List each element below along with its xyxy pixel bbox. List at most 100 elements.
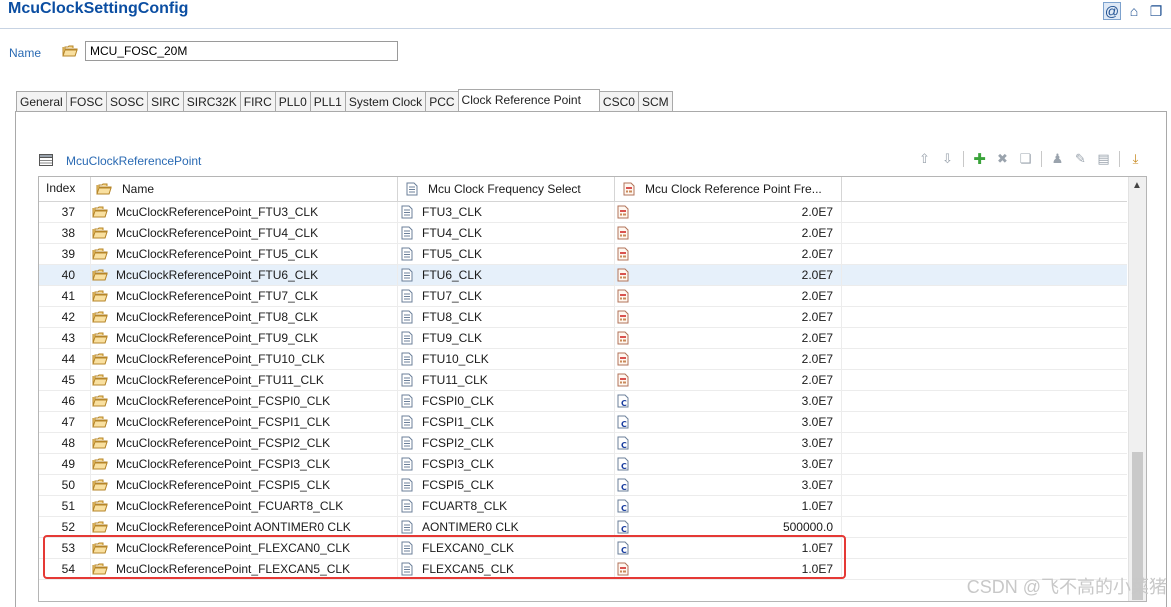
cell-ref-freq[interactable]: 2.0E7 (615, 243, 842, 265)
cell-freq-select[interactable]: FTU11_CLK (398, 369, 615, 391)
header-ref-freq[interactable]: Mcu Clock Reference Point Fre... (615, 177, 842, 201)
tab-fosc[interactable]: FOSC (65, 91, 108, 112)
header-name[interactable]: Name (91, 177, 398, 201)
cell-freq-select[interactable]: FTU8_CLK (398, 306, 615, 328)
cell-name[interactable]: McuClockReferencePoint_FTU10_CLK (91, 348, 398, 370)
cell-ref-freq[interactable]: 3.0E7 (615, 390, 842, 412)
cell-ref-value: 2.0E7 (801, 268, 833, 282)
table-row[interactable]: 49 McuClockReferencePoint_FCSPI3_CLK FCSPI… (39, 453, 1127, 475)
table-row[interactable]: 51 McuClockReferencePoint_FCUART8_CLK FCUA… (39, 495, 1127, 517)
cell-name[interactable]: McuClockReferencePoint_FTU3_CLK (91, 201, 398, 223)
cell-freq-select[interactable]: FTU4_CLK (398, 222, 615, 244)
table-row[interactable]: 44 McuClockReferencePoint_FTU10_CLK FTU10_… (39, 348, 1127, 370)
calculator-doc-icon (617, 268, 629, 282)
cell-freq-select[interactable]: FTU5_CLK (398, 243, 615, 265)
tab-clock-reference-point[interactable]: Clock Reference Point (457, 89, 600, 112)
cell-ref-freq[interactable]: 3.0E7 (615, 453, 842, 475)
cell-name[interactable]: McuClockReferencePoint_FTU7_CLK (91, 285, 398, 307)
cell-name[interactable]: McuClockReferencePoint_FTU6_CLK (91, 264, 398, 286)
tab-pll1[interactable]: PLL1 (309, 91, 346, 112)
cell-name[interactable]: McuClockReferencePoint_FCSPI2_CLK (91, 432, 398, 454)
tab-pcc[interactable]: PCC (425, 91, 459, 112)
restore-window-icon[interactable]: ❐ (1147, 2, 1165, 20)
home-icon[interactable]: ⌂ (1125, 2, 1143, 20)
document-icon (401, 373, 413, 387)
properties-icon[interactable]: ▤ (1094, 150, 1113, 168)
table-row[interactable]: 46 McuClockReferencePoint_FCSPI0_CLK FCSPI… (39, 390, 1127, 412)
add-icon[interactable]: ✚ (970, 150, 989, 168)
scroll-up-icon[interactable]: ▲ (1132, 180, 1142, 191)
table-row[interactable]: 42 McuClockReferencePoint_FTU8_CLK FTU8_CL… (39, 306, 1127, 328)
cell-freq-select[interactable]: FCSPI2_CLK (398, 432, 615, 454)
copy-icon[interactable]: ❏ (1016, 150, 1035, 168)
cell-ref-freq[interactable]: 2.0E7 (615, 222, 842, 244)
cell-name-text: McuClockReferencePoint_FCSPI5_CLK (116, 478, 331, 492)
cell-ref-freq[interactable]: 2.0E7 (615, 285, 842, 307)
edit-icon[interactable]: ✎ (1071, 150, 1090, 168)
table-row[interactable]: 47 McuClockReferencePoint_FCSPI1_CLK FCSPI… (39, 411, 1127, 433)
cell-freq-select[interactable]: FTU3_CLK (398, 201, 615, 223)
table-row[interactable]: 38 McuClockReferencePoint_FTU4_CLK FTU4_CL… (39, 222, 1127, 244)
tab-general[interactable]: General (16, 91, 67, 112)
table-row[interactable]: 48 McuClockReferencePoint_FCSPI2_CLK FCSPI… (39, 432, 1127, 454)
cell-name-text: McuClockReferencePoint_FCSPI1_CLK (116, 415, 331, 429)
header-freq-select[interactable]: Mcu Clock Frequency Select (398, 177, 615, 201)
tab-csc0[interactable]: CSC0 (598, 91, 639, 112)
export-icon[interactable]: ⤓ (1126, 150, 1145, 168)
table-row[interactable]: 41 McuClockReferencePoint_FTU7_CLK FTU7_CL… (39, 285, 1127, 307)
cell-name[interactable]: McuClockReferencePoint_FCSPI0_CLK (91, 390, 398, 412)
move-down-icon[interactable]: ⇩ (938, 150, 957, 168)
cell-freq-select[interactable]: FTU10_CLK (398, 348, 615, 370)
cell-freq-select[interactable]: FTU7_CLK (398, 285, 615, 307)
tab-scm[interactable]: SCM (637, 91, 673, 112)
cell-ref-freq[interactable]: 3.0E7 (615, 432, 842, 454)
cell-freq-select[interactable]: FCSPI3_CLK (398, 453, 615, 475)
cell-ref-freq[interactable]: 3.0E7 (615, 474, 842, 496)
calculator-doc-icon (617, 310, 629, 324)
cell-ref-freq[interactable]: 2.0E7 (615, 201, 842, 223)
delete-icon[interactable]: ✖ (993, 150, 1012, 168)
cell-ref-freq[interactable]: 3.0E7 (615, 411, 842, 433)
cell-name[interactable]: McuClockReferencePoint_FCUART8_CLK (91, 495, 398, 517)
table-row[interactable]: 43 McuClockReferencePoint_FTU9_CLK FTU9_CL… (39, 327, 1127, 349)
cell-freq-select[interactable]: FCSPI5_CLK (398, 474, 615, 496)
cell-freq-select[interactable]: FTU6_CLK (398, 264, 615, 286)
cell-freq-select[interactable]: FTU9_CLK (398, 327, 615, 349)
folder-icon (92, 205, 108, 219)
at-icon[interactable]: @ (1103, 2, 1121, 20)
table-row[interactable]: 50 McuClockReferencePoint_FCSPI5_CLK FCSPI… (39, 474, 1127, 496)
cell-name[interactable]: McuClockReferencePoint_FTU8_CLK (91, 306, 398, 328)
tab-pll0[interactable]: PLL0 (274, 91, 311, 112)
tab-system-clock[interactable]: System Clock (344, 91, 427, 112)
vertical-scrollbar[interactable]: ▲ (1128, 177, 1146, 601)
header-index[interactable]: Index (39, 177, 91, 201)
cell-freq-select[interactable]: FCSPI1_CLK (398, 411, 615, 433)
table-row[interactable]: 37 McuClockReferencePoint_FTU3_CLK FTU3_CL… (39, 201, 1127, 223)
cell-ref-freq[interactable]: 2.0E7 (615, 369, 842, 391)
move-up-icon[interactable]: ⇧ (915, 150, 934, 168)
tab-sosc[interactable]: SOSC (106, 91, 149, 112)
cell-name[interactable]: McuClockReferencePoint_FCSPI1_CLK (91, 411, 398, 433)
table-row[interactable]: 40 McuClockReferencePoint_FTU6_CLK FTU6_CL… (39, 264, 1127, 286)
table-row[interactable]: 45 McuClockReferencePoint_FTU11_CLK FTU11_… (39, 369, 1127, 391)
cell-freq-select[interactable]: FCUART8_CLK (398, 495, 615, 517)
cell-name[interactable]: McuClockReferencePoint_FTU9_CLK (91, 327, 398, 349)
cell-name[interactable]: McuClockReferencePoint_FCSPI5_CLK (91, 474, 398, 496)
cell-ref-freq[interactable]: 2.0E7 (615, 306, 842, 328)
cell-ref-freq[interactable]: 1.0E7 (615, 495, 842, 517)
tab-sirc32k[interactable]: SIRC32K (182, 91, 241, 112)
cell-name[interactable]: McuClockReferencePoint_FTU4_CLK (91, 222, 398, 244)
cell-name[interactable]: McuClockReferencePoint_FTU11_CLK (91, 369, 398, 391)
cell-ref-freq[interactable]: 2.0E7 (615, 264, 842, 286)
cell-freq-select[interactable]: FCSPI0_CLK (398, 390, 615, 412)
tab-sirc[interactable]: SIRC (147, 91, 184, 112)
name-input[interactable] (85, 41, 398, 61)
cell-index: 47 (39, 411, 91, 433)
tab-firc[interactable]: FIRC (239, 91, 276, 112)
cell-name[interactable]: McuClockReferencePoint_FCSPI3_CLK (91, 453, 398, 475)
cell-name[interactable]: McuClockReferencePoint_FTU5_CLK (91, 243, 398, 265)
user-icon[interactable]: ♟ (1048, 150, 1067, 168)
cell-ref-freq[interactable]: 2.0E7 (615, 348, 842, 370)
table-row[interactable]: 39 McuClockReferencePoint_FTU5_CLK FTU5_CL… (39, 243, 1127, 265)
cell-ref-freq[interactable]: 2.0E7 (615, 327, 842, 349)
